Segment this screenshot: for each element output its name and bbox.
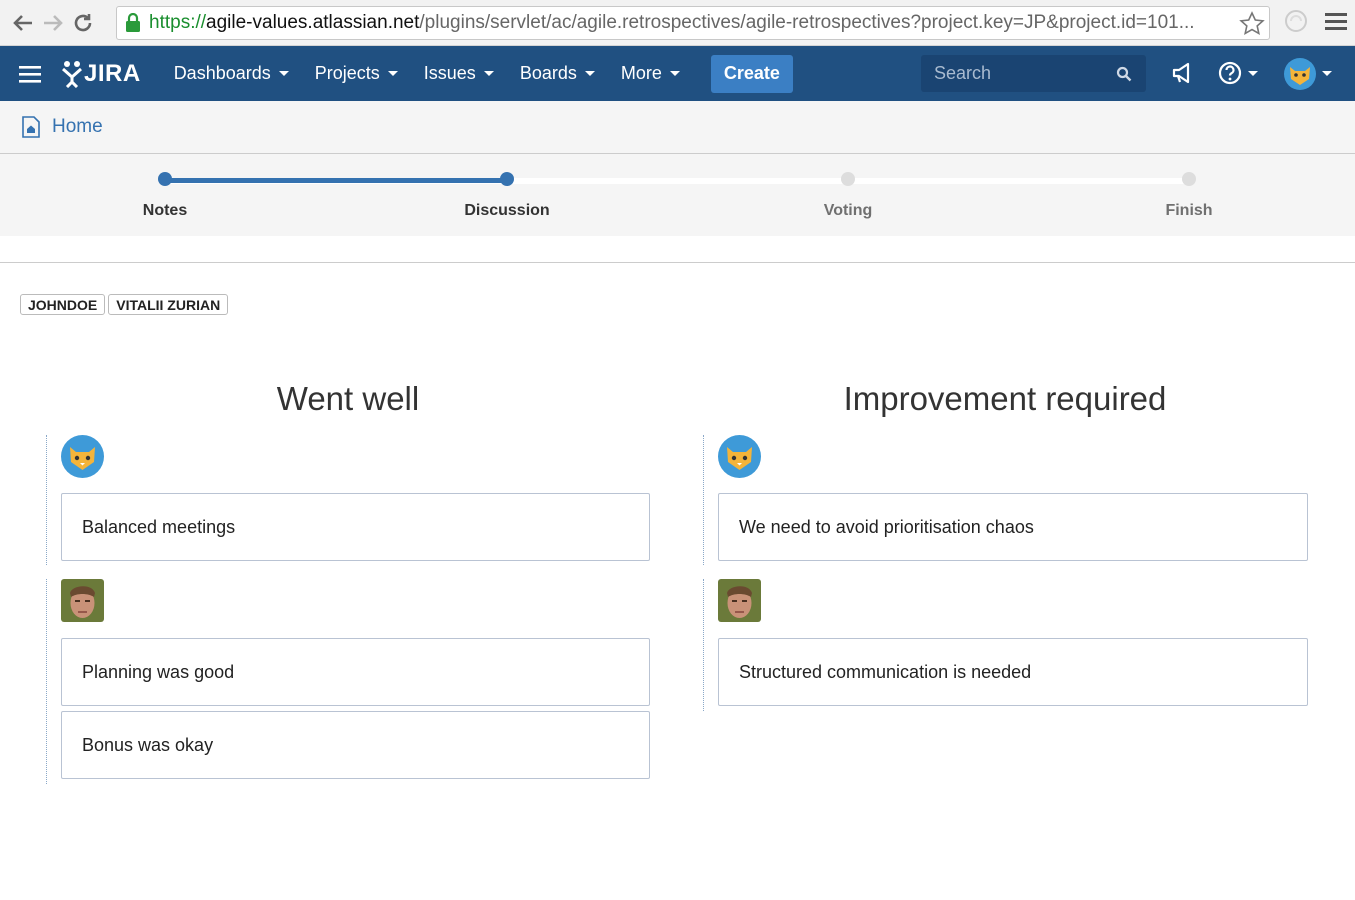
back-button[interactable] (8, 8, 38, 38)
column-improvement-required: Improvement required (703, 380, 1307, 418)
note-group: We need to avoid prioritisation chaos (703, 435, 1313, 565)
nav-label: Issues (423, 63, 476, 83)
step-label-discussion[interactable]: Discussion (464, 202, 549, 220)
nav-label: Projects (314, 63, 380, 83)
note-card[interactable]: Bonus was okay (61, 711, 650, 779)
breadcrumb: Home (0, 101, 1355, 154)
url-host: agile-values.atlassian.net (206, 12, 420, 33)
nav-dashboards[interactable]: Dashboards (161, 46, 302, 101)
step-dot-discussion (500, 172, 514, 186)
lock-icon (126, 13, 140, 32)
nav-more[interactable]: More (608, 46, 693, 101)
nav-issues[interactable]: Issues (411, 46, 507, 101)
step-dot-voting (841, 172, 855, 186)
home-link[interactable]: Home (52, 116, 103, 138)
cat-avatar-icon (61, 435, 104, 478)
browser-toolbar: https://agile-values.atlassian.net/plugi… (0, 0, 1355, 46)
chevron-down-icon (278, 71, 289, 76)
chevron-down-icon (584, 71, 595, 76)
section-divider (0, 262, 1355, 263)
browser-menu-icon[interactable] (1325, 11, 1347, 31)
jira-logo[interactable]: JIRA (60, 60, 141, 88)
note-group: Balanced meetings (46, 435, 656, 565)
column-title: Improvement required (843, 380, 1167, 417)
jira-logo-text: JIRA (84, 59, 141, 87)
nav-projects[interactable]: Projects (302, 46, 411, 101)
photo-avatar-icon (718, 579, 761, 622)
step-dot-finish (1182, 172, 1196, 186)
participant-tag: JOHNDOE (20, 294, 106, 315)
search-icon (1116, 66, 1132, 82)
stepper-track-progress (165, 178, 507, 183)
chevron-down-icon (387, 71, 398, 76)
step-dot-notes (158, 172, 172, 186)
cat-avatar-icon (718, 435, 761, 478)
note-card[interactable]: Structured communication is needed (718, 638, 1308, 706)
note-group: Planning was good Bonus was okay (46, 579, 656, 784)
nav-label: More (620, 63, 662, 83)
step-label-voting: Voting (823, 202, 873, 219)
hamburger-menu-icon (19, 65, 41, 83)
megaphone-icon[interactable] (1170, 60, 1196, 86)
search-input[interactable]: Search (921, 55, 1146, 92)
step-label-notes[interactable]: Notes (143, 202, 187, 220)
app-switcher-button[interactable] (0, 46, 60, 101)
reload-button[interactable] (68, 8, 98, 38)
url-path: /plugins/servlet/ac/agile.retrospectives… (419, 12, 1195, 33)
photo-avatar-icon (61, 579, 104, 622)
note-card[interactable]: Balanced meetings (61, 493, 650, 561)
create-button[interactable]: Create (710, 54, 793, 93)
help-icon[interactable] (1218, 60, 1262, 86)
forward-button[interactable] (38, 8, 68, 38)
address-bar[interactable]: https://agile-values.atlassian.net/plugi… (116, 6, 1270, 40)
extension-icon[interactable] (1283, 8, 1309, 34)
back-arrow-icon (13, 14, 32, 31)
progress-stepper: Notes Discussion Voting Finish (0, 154, 1355, 236)
nav-label: Boards (519, 63, 577, 83)
participant-tag: VITALII ZURIAN (108, 294, 229, 315)
home-page-icon (22, 116, 40, 138)
jira-logo-icon (62, 60, 82, 88)
forward-arrow-icon (44, 14, 63, 31)
note-group: Structured communication is needed (703, 579, 1313, 711)
column-title: Went well (276, 380, 420, 417)
note-card[interactable]: We need to avoid prioritisation chaos (718, 493, 1308, 561)
chevron-down-icon (483, 71, 494, 76)
note-card[interactable]: Planning was good (61, 638, 650, 706)
chevron-down-icon (669, 71, 680, 76)
nav-label: Dashboards (173, 63, 271, 83)
step-label-finish: Finish (1165, 202, 1213, 219)
reload-icon (74, 13, 92, 31)
bookmark-star-icon[interactable] (1239, 11, 1265, 37)
user-avatar-icon[interactable] (1284, 58, 1340, 90)
nav-boards[interactable]: Boards (507, 46, 608, 101)
url-scheme: https:// (149, 12, 207, 33)
participants-list: JOHNDOE VITALII ZURIAN (20, 294, 229, 315)
column-went-well: Went well (46, 380, 650, 418)
search-placeholder: Search (934, 63, 992, 83)
jira-header: JIRA Dashboards Projects Issues Boards M… (0, 46, 1355, 101)
